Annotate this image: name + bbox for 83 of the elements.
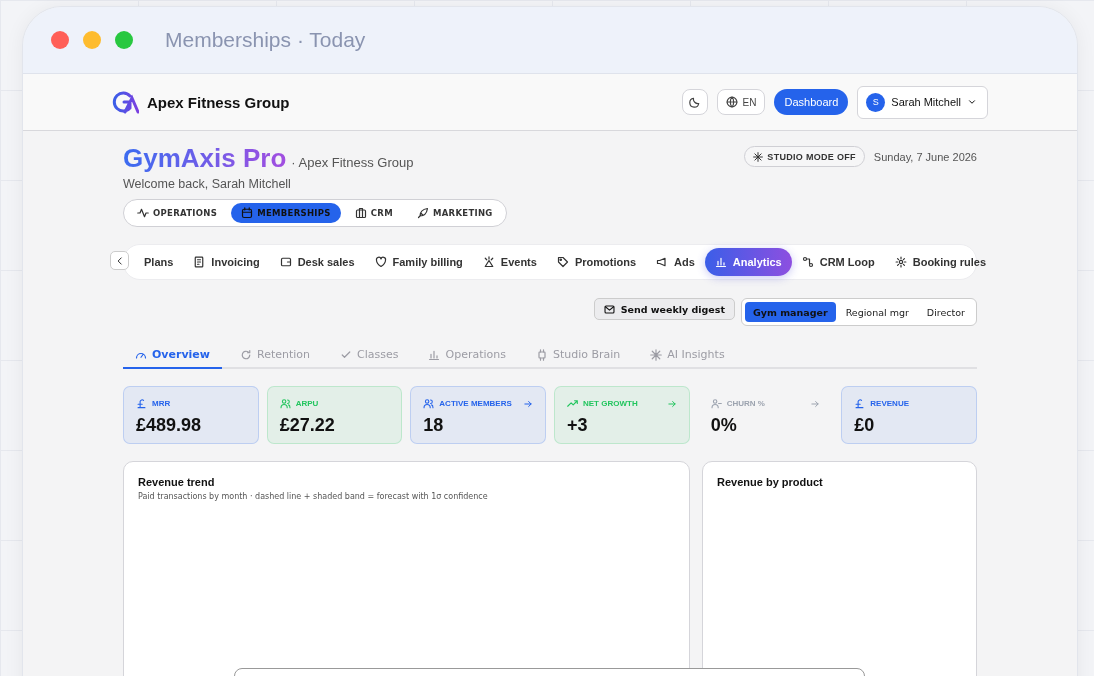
send-digest-button[interactable]: Send weekly digest bbox=[593, 298, 735, 320]
receipt-icon bbox=[193, 256, 206, 268]
kpi-label: NET GROWTH bbox=[583, 399, 638, 408]
kpi-label: ACTIVE MEMBERS bbox=[439, 399, 512, 408]
arrow-right-icon[interactable] bbox=[810, 398, 821, 409]
panel-title: Revenue by product bbox=[717, 476, 824, 488]
org-name: · Apex Fitness Group bbox=[291, 155, 414, 170]
scroll-left-button[interactable] bbox=[110, 251, 129, 270]
role-option[interactable]: Gym manager bbox=[745, 302, 836, 322]
kpi-value: 18 bbox=[423, 415, 445, 436]
kpi-value: +3 bbox=[567, 415, 589, 436]
logo-icon bbox=[111, 90, 139, 114]
panel-title: Revenue trend bbox=[138, 476, 216, 488]
sub-tab[interactable]: Overview bbox=[123, 348, 222, 369]
studio-mode-button[interactable]: STUDIO MODE OFF bbox=[744, 146, 865, 167]
chip-icon bbox=[535, 348, 548, 361]
nav-tab[interactable]: Plans bbox=[134, 248, 184, 276]
role-option[interactable]: Director bbox=[918, 302, 973, 322]
pound-icon bbox=[854, 398, 866, 409]
rocket-icon bbox=[416, 207, 429, 219]
arrow-right-icon[interactable] bbox=[666, 398, 677, 409]
kpi-label: ARPU bbox=[295, 399, 319, 408]
people-icon bbox=[423, 398, 435, 409]
language-button[interactable]: EN bbox=[716, 89, 766, 115]
role-option[interactable]: Regional mgr bbox=[837, 302, 917, 322]
check-icon bbox=[340, 348, 353, 361]
people-icon bbox=[279, 398, 291, 409]
section-tab[interactable]: MEMBERSHIPS bbox=[231, 203, 341, 223]
wallet-icon bbox=[279, 256, 292, 268]
chart-icon bbox=[428, 348, 441, 361]
pulse-icon bbox=[137, 207, 149, 219]
bar-chart-icon bbox=[714, 256, 727, 268]
kpi-value: £489.98 bbox=[136, 415, 203, 436]
party-icon bbox=[482, 256, 495, 268]
user-name: Sarah Mitchell bbox=[891, 96, 961, 108]
chevron-down-icon bbox=[967, 97, 977, 107]
trend-up-icon bbox=[567, 398, 578, 409]
section-tab[interactable]: MARKETING bbox=[406, 203, 503, 223]
theme-toggle-button[interactable] bbox=[681, 89, 708, 115]
settings-icon bbox=[894, 256, 907, 268]
brand-name: Apex Fitness Group bbox=[147, 93, 290, 111]
window-control[interactable] bbox=[51, 31, 69, 49]
kpi-value: £27.22 bbox=[279, 415, 336, 436]
nav-tab[interactable]: Promotions bbox=[546, 248, 647, 276]
refresh-icon bbox=[240, 348, 252, 361]
nav-tab[interactable]: Invoicing bbox=[183, 248, 270, 276]
sparkle-icon bbox=[650, 348, 663, 361]
calendar-icon bbox=[241, 207, 254, 219]
welcome-text: Welcome back, Sarah Mitchell bbox=[123, 177, 292, 191]
window-control[interactable] bbox=[115, 31, 133, 49]
arrow-right-icon[interactable] bbox=[523, 398, 533, 409]
nav-tab[interactable]: Booking rules bbox=[884, 248, 997, 276]
user-minus-icon bbox=[710, 398, 722, 409]
kpi-label: CHURN % bbox=[726, 399, 765, 408]
moon-icon bbox=[688, 96, 701, 108]
nav-tab[interactable]: Family billing bbox=[364, 248, 473, 276]
kpi-label: REVENUE bbox=[870, 399, 909, 408]
mail-icon bbox=[603, 303, 615, 315]
megaphone-icon bbox=[656, 256, 669, 268]
section-tab[interactable]: OPERATIONS bbox=[127, 203, 228, 223]
nav-tab[interactable]: Ads bbox=[646, 248, 705, 276]
heart-icon bbox=[374, 256, 387, 268]
briefcase-icon bbox=[354, 207, 367, 219]
user-menu[interactable]: S Sarah Mitchell bbox=[857, 85, 988, 119]
kpi-value: £0 bbox=[854, 415, 876, 436]
window-control[interactable] bbox=[83, 31, 101, 49]
nav-tab[interactable]: Desk sales bbox=[269, 248, 365, 276]
pound-icon bbox=[136, 398, 147, 409]
nav-tab[interactable]: Events bbox=[472, 248, 547, 276]
window-title: Memberships · Today bbox=[165, 28, 366, 52]
user-avatar: S bbox=[866, 92, 886, 112]
section-tab[interactable]: CRM bbox=[344, 203, 403, 223]
nav-tab[interactable]: CRM Loop bbox=[791, 248, 885, 276]
sparkle-icon bbox=[753, 151, 764, 162]
date-text: Sunday, 7 June 2026 bbox=[873, 150, 977, 163]
tag-icon bbox=[556, 256, 569, 268]
kpi-value: 0% bbox=[710, 415, 738, 436]
kpi-label: MRR bbox=[152, 399, 171, 408]
panel-subtitle: Paid transactions by month · dashed line + shaded band = forecast with 1σ confidence bbox=[138, 492, 489, 501]
dashboard-button[interactable]: Dashboard bbox=[774, 89, 849, 115]
globe-icon bbox=[725, 96, 738, 108]
nodes-icon bbox=[801, 256, 814, 268]
nav-tab[interactable]: Analytics bbox=[704, 248, 792, 276]
